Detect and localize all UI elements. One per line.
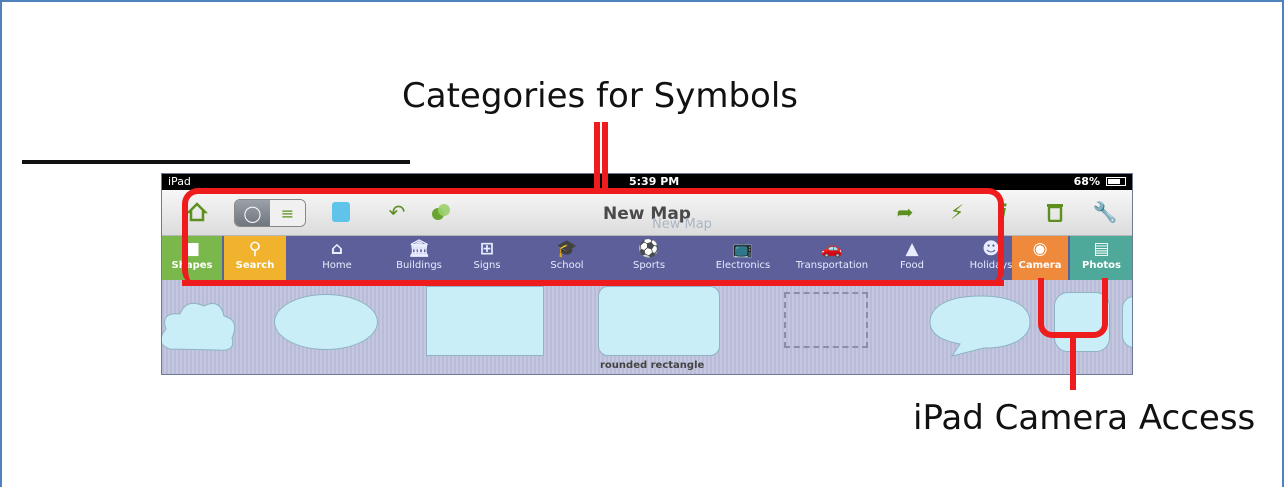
speech-bubble-shape[interactable] (928, 294, 1032, 358)
battery-icon (1106, 177, 1126, 186)
cloud-shape[interactable] (161, 294, 238, 356)
partial-shape[interactable] (1122, 296, 1132, 348)
camera-icon: ◉ (1032, 239, 1048, 259)
underline-rule (22, 160, 410, 164)
category-camera[interactable]: ◉ Camera (1012, 236, 1068, 280)
camera-bracket-right (1070, 278, 1108, 338)
ellipse-shape[interactable] (274, 294, 378, 350)
camera-access-callout: iPad Camera Access (913, 398, 1256, 438)
photos-icon: ▤ (1093, 239, 1110, 259)
wrench-icon[interactable]: 🔧 (1092, 199, 1118, 225)
category-photos[interactable]: ▤ Photos (1070, 236, 1132, 280)
categories-callout: Categories for Symbols (402, 76, 798, 116)
device-name: iPad (168, 175, 191, 188)
rounded-rectangle-shape[interactable] (598, 286, 720, 356)
categories-pointer (594, 122, 608, 194)
categories-bracket (182, 188, 1004, 286)
dashed-rectangle-shape[interactable] (784, 292, 868, 348)
status-time: 5:39 PM (629, 175, 680, 188)
battery-percent: 68% (1073, 175, 1100, 188)
rectangle-shape[interactable] (426, 286, 544, 356)
trash-icon[interactable] (1042, 199, 1068, 225)
camera-pointer (1070, 334, 1076, 390)
categories-bracket-bottom (182, 280, 1004, 286)
shape-tray: rounded rectangle (161, 280, 1132, 374)
selected-shape-label: rounded rectangle (600, 360, 705, 371)
